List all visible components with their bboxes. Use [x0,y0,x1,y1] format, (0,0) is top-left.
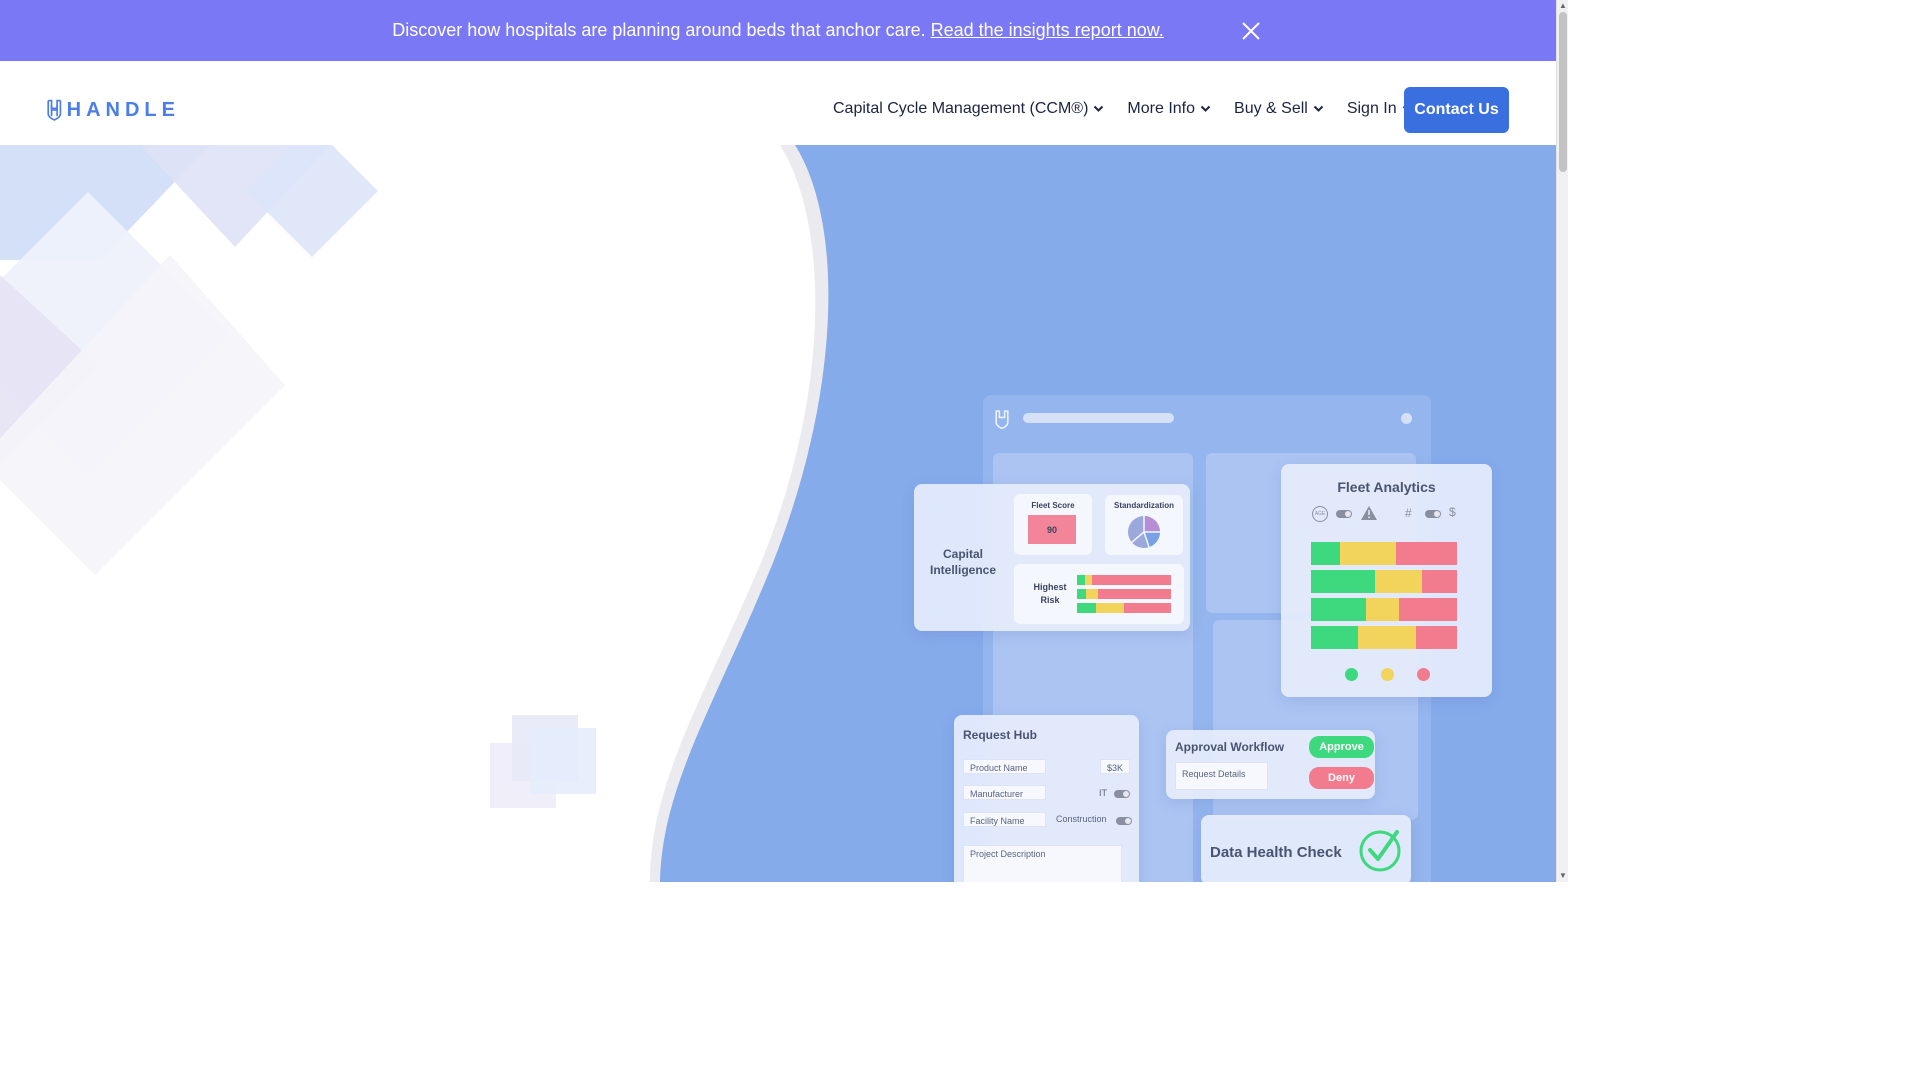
fleet-score-panel: Fleet Score 90 [1014,494,1092,555]
label-line: Risk [1040,595,1060,605]
fleet-bar-segment [1416,626,1457,649]
age-icon: AGE [1312,506,1328,522]
fleet-bar-row [1311,542,1457,565]
product-name-field[interactable]: Product Name [963,759,1046,774]
nav-item-label: Capital Cycle Management (CCM®) [833,100,1089,117]
fleet-bar-row [1311,598,1457,621]
checkmark-circle-icon [1359,830,1401,872]
nav-item-sign-in[interactable]: Sign In [1347,100,1413,118]
pie-chart-icon [1128,516,1160,548]
construction-label: Construction [1056,814,1107,824]
highest-risk-panel: Highest Risk [1014,564,1184,624]
request-hub-title: Request Hub [963,728,1038,742]
facility-name-field[interactable]: Facility Name [963,812,1046,827]
fleet-score-label: Fleet Score [1031,501,1075,510]
fleet-bar-row [1311,626,1457,649]
risk-bar [1077,603,1171,613]
fleet-bar-segment [1357,626,1417,649]
close-icon[interactable] [1240,20,1262,42]
hero-section: Capital Intelligence Fleet Score 90 Stan… [0,145,1556,882]
hash-label: # [1405,506,1412,520]
handle-logo[interactable]: HANDLE [46,91,180,129]
chevron-down-icon [1313,105,1324,112]
title-line: Intelligence [929,563,997,577]
nav-item-more-info[interactable]: More Info [1127,100,1211,118]
approval-workflow-title: Approval Workflow [1175,740,1285,754]
fleet-score-value: 90 [1028,515,1076,544]
chevron-down-icon [1094,105,1104,112]
nav-item-label: More Info [1127,100,1196,117]
fleet-bar-row [1311,570,1457,593]
fleet-bar-segment [1311,598,1367,621]
legend-dot-green [1345,668,1358,681]
fleet-bar-segment [1311,570,1376,593]
hash-toggle[interactable] [1425,510,1441,518]
scroll-down-arrow-icon[interactable]: ▼ [1559,872,1567,880]
chevron-down-icon [1200,105,1211,112]
shield-h-logo-icon [995,410,1009,429]
shield-h-logo-icon [47,99,62,121]
contact-us-button[interactable]: Contact Us [1404,87,1509,133]
announcement-bar: Discover how hospitals are planning arou… [0,0,1556,61]
logo-text: HANDLE [66,98,180,121]
fleet-bar-segment [1398,598,1457,621]
it-label: IT [1099,788,1107,798]
dollar-label: $ [1449,505,1456,519]
nav-item-label: Buy & Sell [1234,100,1308,117]
decor-square [530,728,596,794]
nav-item-label: Sign In [1346,100,1397,117]
standardization-panel: Standardization [1105,495,1183,555]
it-toggle[interactable] [1114,790,1130,798]
insights-report-link[interactable]: Read the insights report now. [931,20,1164,41]
fleet-bar-segment [1421,570,1457,593]
fleet-bar-segment [1311,542,1341,565]
page: Discover how hospitals are planning arou… [0,0,1568,882]
nav-item-buy-sell[interactable]: Buy & Sell [1234,100,1324,118]
legend-dot-red [1417,668,1430,681]
frame-dot [1401,413,1412,424]
fleet-analytics-title: Fleet Analytics [1337,479,1436,495]
fleet-analytics-bars [1311,542,1457,654]
approval-workflow-card: Approval Workflow Request Details Approv… [1166,730,1375,799]
legend-dot-yellow [1381,668,1394,681]
manufacturer-field[interactable]: Manufacturer [963,785,1046,800]
age-label: AGE [1314,511,1326,517]
fleet-bar-segment [1375,570,1422,593]
nav-item-ccm[interactable]: Capital Cycle Management (CCM®) [833,100,1104,118]
page-scrollbar[interactable]: ▲ ▼ [1556,0,1568,882]
capital-intelligence-title: Capital Intelligence [924,546,1002,578]
risk-bar [1077,589,1171,599]
title-line: Capital [942,547,983,561]
announcement-message: Discover how hospitals are planning arou… [392,20,926,40]
data-health-check-title: Data Health Check [1210,844,1342,861]
age-toggle[interactable] [1336,510,1352,518]
fleet-bar-segment [1340,542,1396,565]
approve-button[interactable]: Approve [1309,736,1374,758]
request-details-field[interactable]: Request Details [1175,762,1268,790]
fleet-bar-segment [1366,598,1399,621]
scroll-up-arrow-icon[interactable]: ▲ [1559,2,1567,10]
warning-icon [1361,506,1377,520]
main-nav: Capital Cycle Management (CCM®) More Inf… [833,87,1436,131]
fleet-analytics-card: Fleet Analytics AGE # $ [1281,464,1492,697]
standardization-label: Standardization [1113,501,1174,510]
fleet-bar-segment [1311,626,1358,649]
fleet-bar-segment [1395,542,1457,565]
frame-title-placeholder [1023,413,1174,423]
risk-bar [1077,575,1171,585]
deny-button[interactable]: Deny [1309,767,1374,789]
capital-intelligence-card: Capital Intelligence Fleet Score 90 Stan… [914,484,1190,631]
site-header: HANDLE Capital Cycle Management (CCM®) M… [0,61,1556,145]
construction-toggle[interactable] [1116,817,1132,825]
project-description-field[interactable]: Project Description [963,845,1122,882]
scroll-thumb[interactable] [1559,12,1567,172]
highest-risk-label: Highest Risk [1028,581,1072,607]
request-hub-card: Request Hub Product Name $3K Manufacture… [954,715,1139,882]
data-health-check-card: Data Health Check [1201,815,1411,882]
risk-bars [1077,575,1171,613]
label-line: Highest [1033,582,1067,592]
amount-field[interactable]: $3K [1100,759,1130,774]
